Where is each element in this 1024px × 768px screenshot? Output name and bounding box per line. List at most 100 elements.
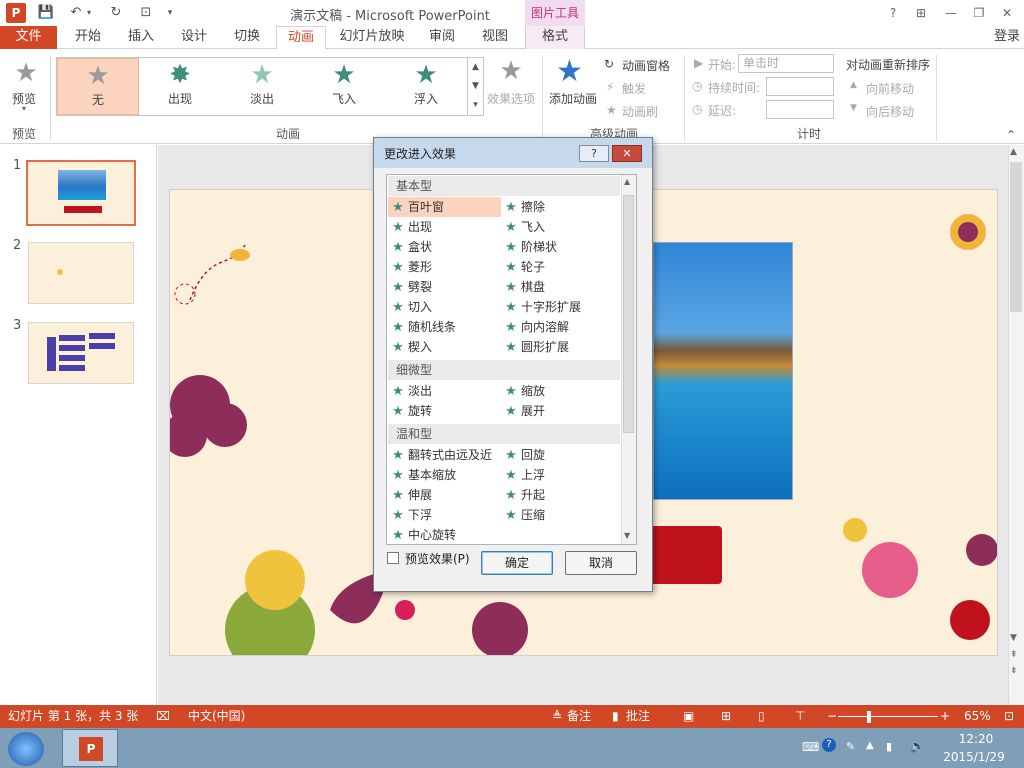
effect-item[interactable]: ★ 淡出 bbox=[388, 381, 501, 401]
effect-item[interactable]: ★ 圆形扩展 bbox=[501, 337, 621, 357]
gallery-item-float-in[interactable]: ★ 浮入 bbox=[385, 58, 467, 115]
tab-animations[interactable]: 动画 bbox=[276, 26, 326, 50]
volume-icon[interactable]: 🔈 bbox=[910, 739, 925, 753]
dialog-close-icon[interactable]: ✕ bbox=[612, 145, 642, 162]
effect-item[interactable]: ★ 伸展 bbox=[388, 485, 501, 505]
effect-item[interactable]: ★ 随机线条 bbox=[388, 317, 501, 337]
effect-item[interactable]: ★ 基本缩放 bbox=[388, 465, 501, 485]
gallery-item-appear[interactable]: ✸ 出现 bbox=[139, 58, 221, 115]
effect-item[interactable]: ★ 菱形 bbox=[388, 257, 501, 277]
effect-item[interactable]: ★ 中心旋转 bbox=[388, 525, 501, 545]
effect-item[interactable]: ★ 盒状 bbox=[388, 237, 501, 257]
gallery-scroll-down-icon[interactable]: ▼ bbox=[467, 77, 483, 96]
red-banner[interactable] bbox=[650, 526, 722, 584]
normal-view-icon[interactable]: ▣ bbox=[683, 705, 694, 728]
scroll-up-icon[interactable]: ▲ bbox=[1010, 147, 1017, 157]
effect-item[interactable]: ★ 升起 bbox=[501, 485, 621, 505]
slide-thumbnail-1[interactable] bbox=[26, 160, 136, 226]
reading-view-icon[interactable]: ▯ bbox=[758, 705, 765, 728]
effect-item[interactable]: ★ 轮子 bbox=[501, 257, 621, 277]
slide-thumbnail-2[interactable] bbox=[28, 242, 134, 304]
login-link[interactable]: 登录 bbox=[994, 26, 1020, 48]
effect-item[interactable]: ★ 展开 bbox=[501, 401, 621, 421]
input-method-icon[interactable]: ✎ bbox=[846, 740, 855, 753]
redo-icon[interactable]: ↻ bbox=[106, 3, 126, 23]
add-animation-button[interactable]: 添加动画 bbox=[549, 90, 597, 107]
notes-button[interactable]: 备注 bbox=[567, 705, 591, 728]
restore-icon[interactable]: ❐ bbox=[968, 4, 990, 22]
effect-item[interactable]: ★ 切入 bbox=[388, 297, 501, 317]
minimize-icon[interactable]: — bbox=[940, 4, 962, 22]
preview-star-icon[interactable]: ★ bbox=[8, 58, 44, 88]
effect-item[interactable]: ★ 出现 bbox=[388, 217, 501, 237]
list-scroll-thumb[interactable] bbox=[623, 195, 634, 433]
clock-time[interactable]: 12:20 bbox=[946, 732, 1006, 746]
gallery-more-icon[interactable]: ▾ bbox=[467, 96, 483, 115]
preview-dropdown-icon[interactable]: ▾ bbox=[22, 104, 26, 113]
slide-sorter-icon[interactable]: ⊞ bbox=[721, 705, 731, 728]
effect-item[interactable]: ★ 向内溶解 bbox=[501, 317, 621, 337]
gallery-scroll-up-icon[interactable]: ▲ bbox=[467, 58, 483, 77]
comments-button[interactable]: 批注 bbox=[626, 705, 650, 728]
zoom-slider-thumb[interactable] bbox=[867, 711, 871, 723]
undo-dropdown-icon[interactable]: ▾ bbox=[84, 3, 94, 23]
tab-transitions[interactable]: 切换 bbox=[225, 26, 269, 50]
move-later-button[interactable]: 向后移动 bbox=[866, 103, 914, 120]
effect-item[interactable]: ★ 翻转式由远及近 bbox=[388, 445, 501, 465]
tab-slideshow[interactable]: 幻灯片放映 bbox=[334, 26, 410, 50]
scroll-thumb[interactable] bbox=[1010, 162, 1022, 312]
spellcheck-icon[interactable]: ⌧ bbox=[156, 705, 170, 728]
preview-effect-checkbox[interactable] bbox=[387, 552, 399, 564]
animation-pane-button[interactable]: 动画窗格 bbox=[622, 57, 670, 74]
duration-spinner[interactable] bbox=[766, 77, 834, 96]
effect-item[interactable]: ★ 阶梯状 bbox=[501, 237, 621, 257]
help-icon[interactable]: ? bbox=[882, 4, 904, 22]
effect-item[interactable]: ★ 回旋 bbox=[501, 445, 621, 465]
effect-item[interactable]: ★ 飞入 bbox=[501, 217, 621, 237]
animation-painter-button[interactable]: 动画刷 bbox=[622, 103, 658, 120]
effect-item[interactable]: ★ 旋转 bbox=[388, 401, 501, 421]
zoom-out-icon[interactable]: − bbox=[827, 705, 837, 728]
customize-toolbar-icon[interactable]: ▾ bbox=[160, 3, 180, 23]
zoom-in-icon[interactable]: + bbox=[940, 705, 950, 728]
dialog-help-icon[interactable]: ? bbox=[579, 145, 609, 162]
effect-item[interactable]: ★ 擦除 bbox=[501, 197, 621, 217]
fit-slide-icon[interactable]: ⊡ bbox=[1004, 705, 1014, 728]
effect-item[interactable]: ★ 压缩 bbox=[501, 505, 621, 525]
tab-view[interactable]: 视图 bbox=[473, 26, 517, 50]
cancel-button[interactable]: 取消 bbox=[565, 551, 637, 575]
save-icon[interactable]: 💾 bbox=[36, 3, 56, 23]
ok-button[interactable]: 确定 bbox=[481, 551, 553, 575]
gallery-item-fade[interactable]: ★ 淡出 bbox=[221, 58, 303, 115]
gallery-item-none[interactable]: ★ 无 bbox=[57, 58, 139, 115]
powerpoint-logo-icon[interactable]: P bbox=[6, 3, 26, 23]
effect-item[interactable]: ★ 劈裂 bbox=[388, 277, 501, 297]
language-indicator[interactable]: 中文(中国) bbox=[188, 705, 245, 728]
gallery-item-fly-in[interactable]: ★ 飞入 bbox=[303, 58, 385, 115]
tray-help-icon[interactable]: ? bbox=[822, 738, 836, 752]
list-scroll-up-icon[interactable]: ▲ bbox=[624, 177, 630, 186]
collapse-ribbon-icon[interactable]: ⌃ bbox=[1006, 128, 1016, 142]
effect-item[interactable]: ★ 楔入 bbox=[388, 337, 501, 357]
lake-photo[interactable] bbox=[653, 242, 793, 500]
next-slide-icon[interactable]: ⇟ bbox=[1010, 666, 1018, 676]
taskbar-powerpoint-button[interactable]: P bbox=[62, 729, 118, 767]
effect-options-button[interactable]: 效果选项 bbox=[487, 90, 535, 107]
tab-review[interactable]: 审阅 bbox=[420, 26, 464, 50]
keyboard-icon[interactable]: ⌨ bbox=[802, 740, 819, 754]
tab-format[interactable]: 格式 bbox=[525, 26, 585, 50]
clock-date[interactable]: 2015/1/29 bbox=[938, 750, 1010, 764]
tab-design[interactable]: 设计 bbox=[172, 26, 216, 50]
tab-file[interactable]: 文件 bbox=[0, 26, 57, 50]
effect-item[interactable]: ★ 百叶窗 bbox=[388, 197, 501, 217]
list-scroll-down-icon[interactable]: ▼ bbox=[624, 531, 630, 540]
add-animation-star-icon[interactable]: ★ bbox=[556, 54, 583, 89]
effect-item[interactable]: ★ 棋盘 bbox=[501, 277, 621, 297]
effect-item[interactable]: ★ 上浮 bbox=[501, 465, 621, 485]
start-from-beginning-icon[interactable]: ⊡ bbox=[136, 3, 156, 23]
effect-item[interactable]: ★ 十字形扩展 bbox=[501, 297, 621, 317]
tray-expand-icon[interactable]: ▲ bbox=[866, 740, 874, 751]
scroll-down-icon[interactable]: ▼ bbox=[1010, 633, 1017, 643]
prev-slide-icon[interactable]: ⇞ bbox=[1010, 650, 1018, 660]
network-icon[interactable]: ▮ bbox=[886, 740, 892, 753]
